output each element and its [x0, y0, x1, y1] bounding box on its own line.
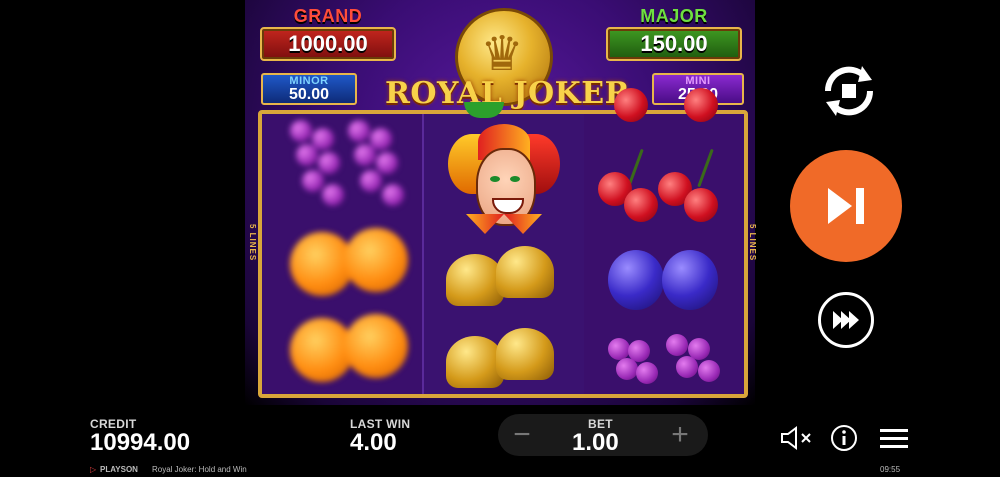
game-title-label: Royal Joker: Hold and Win	[152, 465, 247, 474]
orange-symbol	[282, 224, 412, 304]
lines-label-right: 5 LINES	[748, 224, 757, 262]
turbo-button[interactable]	[818, 292, 874, 348]
turbo-icon	[833, 311, 859, 329]
grapes-symbol	[282, 114, 412, 224]
bet-value: 1.00	[572, 429, 619, 456]
grand-jackpot: GRAND 1000.00	[260, 6, 396, 61]
lines-label-left: 5 LINES	[248, 224, 257, 262]
brand-label: PLAYSON	[100, 465, 138, 474]
joker-symbol	[448, 124, 560, 234]
menu-icon	[880, 429, 908, 448]
reel-grid: 5 LINES 5 LINES	[248, 88, 757, 398]
reel-3: 5 LINES	[584, 88, 757, 394]
major-jackpot-value: 150.00	[606, 27, 742, 61]
menu-button[interactable]	[880, 427, 908, 454]
reel-2	[422, 102, 586, 394]
info-icon	[831, 425, 857, 451]
bet-decrease-button[interactable]: −	[508, 418, 536, 452]
last-win-value: 4.00	[350, 429, 397, 456]
grand-jackpot-value: 1000.00	[260, 27, 396, 61]
game-stage: GRAND 1000.00 MAJOR 150.00 MINOR 50.00 M…	[0, 0, 1000, 477]
spin-button[interactable]	[790, 150, 902, 262]
minor-jackpot: MINOR 50.00	[261, 73, 357, 105]
bells-symbol	[440, 324, 570, 394]
sound-button[interactable]	[780, 426, 814, 455]
clock-label: 09:55	[880, 465, 901, 474]
plums-symbol	[604, 242, 734, 312]
info-button[interactable]	[830, 424, 858, 457]
autoplay-button[interactable]	[818, 60, 880, 122]
grand-jackpot-label: GRAND	[293, 6, 363, 26]
orange-symbol	[282, 310, 412, 390]
reel-1: 5 LINES	[248, 114, 422, 394]
cherries-symbol-partial	[604, 88, 724, 122]
autoplay-icon	[824, 66, 874, 116]
watermelon-symbol	[464, 102, 504, 118]
grapes-symbol	[594, 326, 734, 392]
major-jackpot: MAJOR 150.00	[606, 6, 742, 61]
cherries-symbol	[594, 148, 734, 228]
bells-symbol	[440, 242, 570, 312]
bet-increase-button[interactable]: +	[666, 418, 694, 452]
minor-jackpot-value: 50.00	[288, 86, 330, 103]
credit-value: 10994.00	[90, 429, 191, 456]
sound-muted-icon	[781, 426, 811, 450]
major-jackpot-label: MAJOR	[640, 6, 708, 26]
spin-icon	[828, 188, 864, 224]
playson-logo-icon: ▷	[90, 465, 97, 474]
